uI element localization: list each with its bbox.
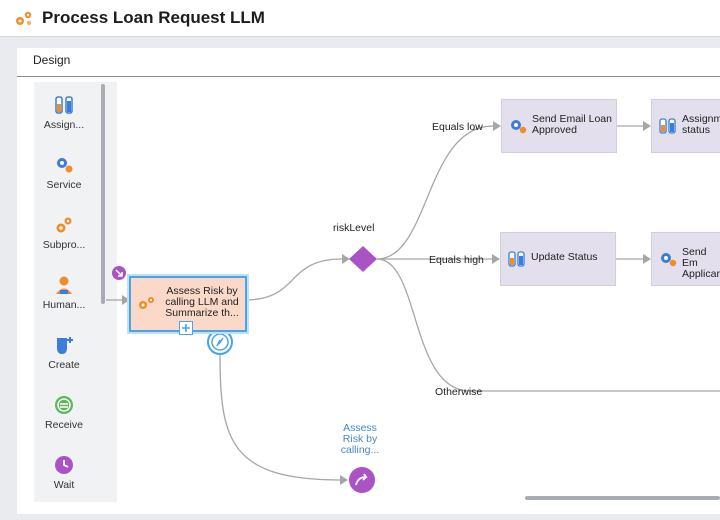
arrowhead	[643, 254, 651, 264]
assignment-icon	[659, 118, 676, 134]
edge-label-otherwise: Otherwise	[435, 386, 483, 398]
task-update-status[interactable]: Update Status	[500, 232, 616, 286]
arrowhead	[643, 121, 651, 131]
arrowhead	[493, 121, 501, 131]
connector-equals-low[interactable]	[376, 125, 494, 260]
expand-icon[interactable]	[179, 321, 193, 335]
task-send-email-applicant[interactable]: Send Em Applicar	[651, 232, 720, 286]
assignment-icon	[508, 251, 525, 267]
arrowhead	[340, 475, 348, 485]
task-label: Send Em Applicar	[682, 247, 720, 280]
task-label: Assignm status	[682, 114, 720, 136]
process-canvas: Assess Risk by calling LLM and Summarize…	[0, 0, 720, 520]
connector-boundary-to-end[interactable]	[219, 354, 341, 481]
edge-label-equals-high: Equals high	[429, 254, 484, 266]
task-label: Update Status	[531, 251, 598, 263]
task-assignment-status[interactable]: Assignm status	[651, 99, 720, 153]
task-label: Send Email Loan Approved	[532, 113, 612, 136]
arrowhead	[342, 254, 350, 264]
canvas-horizontal-scrollbar[interactable]	[525, 496, 720, 500]
edge-label-equals-low: Equals low	[432, 121, 483, 133]
end-event-icon[interactable]	[349, 467, 375, 493]
gateway-label: riskLevel	[333, 222, 375, 234]
service-gears-icon	[139, 297, 154, 309]
task-send-email-loan-approved[interactable]: Send Email Loan Approved	[501, 99, 617, 153]
service-icon	[661, 253, 677, 267]
task-label: Assess Risk by calling LLM and Summarize…	[165, 285, 239, 319]
arrowhead	[492, 254, 500, 264]
gateway-diamond[interactable]	[349, 246, 377, 272]
connector-to-gateway[interactable]	[244, 258, 343, 301]
end-event-label: Assess Risk by calling...	[340, 422, 380, 456]
service-icon	[511, 120, 527, 134]
